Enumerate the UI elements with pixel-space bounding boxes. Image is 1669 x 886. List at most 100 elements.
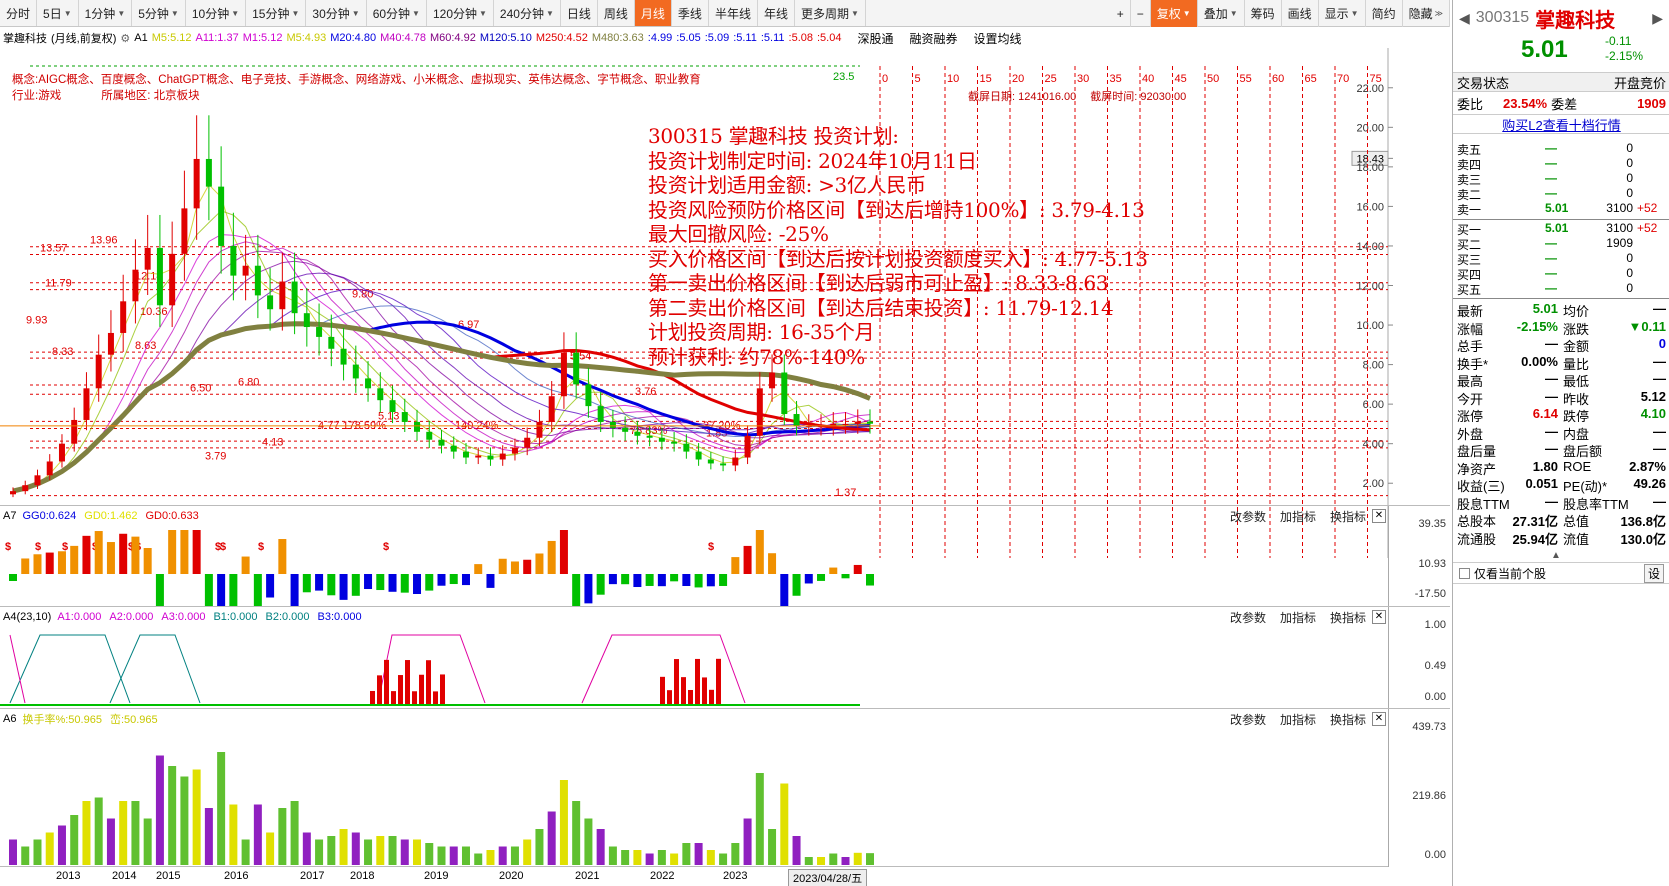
tool-button-5[interactable]: 画线 xyxy=(1282,0,1319,27)
osc-bar xyxy=(266,574,275,598)
next-stock-icon[interactable]: ▶ xyxy=(1652,10,1663,27)
tool-label: 叠加 xyxy=(1203,7,1228,21)
candle-body xyxy=(438,439,445,446)
turnover-bar xyxy=(694,843,703,865)
turnover-bar xyxy=(670,853,679,865)
close-icon[interactable]: ✕ xyxy=(1372,509,1386,523)
panel-button-1[interactable]: 加指标 xyxy=(1280,508,1316,525)
period-tab-15[interactable]: 年线 xyxy=(758,0,795,26)
panel-value: A3:0.000 xyxy=(161,611,206,623)
candle-body xyxy=(634,431,641,436)
osc-bar xyxy=(315,574,324,591)
period-tab-11[interactable]: 周线 xyxy=(598,0,635,26)
tool-button-7[interactable]: 简约 xyxy=(1366,0,1403,27)
panel-value: B1:0.000 xyxy=(213,611,258,623)
tool-button-3[interactable]: 叠加 ▼ xyxy=(1198,0,1245,27)
period-tab-9[interactable]: 240分钟 ▼ xyxy=(494,0,561,26)
tool-button-4[interactable]: 筹码 xyxy=(1245,0,1282,27)
level-label: 10.36 xyxy=(140,306,168,318)
quote-row: 外盘 — 内盘 — xyxy=(1453,424,1669,442)
signal-bar xyxy=(695,658,700,705)
period-tab-7[interactable]: 60分钟 ▼ xyxy=(367,0,427,26)
period-tab-13[interactable]: 季线 xyxy=(672,0,709,26)
collapse-icon[interactable]: ▲ xyxy=(1551,550,1561,561)
candle-body xyxy=(303,313,310,328)
period-tab-12[interactable]: 月线 xyxy=(634,0,672,26)
info-link-0[interactable]: 深股通 xyxy=(857,30,893,47)
ma-value: M480:3.63 xyxy=(591,32,644,44)
year-label: 2017 xyxy=(300,870,325,882)
quote-label: 涨跌 xyxy=(1563,321,1590,337)
period-tab-8[interactable]: 120分钟 ▼ xyxy=(427,0,494,26)
price-tick: 18.00 xyxy=(1356,162,1384,174)
level-label: 4.13 xyxy=(262,437,283,449)
turnover-bar xyxy=(608,846,617,865)
region-label: 所属地区: 北京板块 xyxy=(101,90,200,102)
osc-bar xyxy=(792,574,801,596)
osc-bar xyxy=(425,574,434,591)
quote-value: — xyxy=(1545,441,1558,456)
indicator-panel-0[interactable]: A7 GG0:0.624 GD0:1.462 GD0:0.633 改参数 加指标 换指标 ✕ 3… xyxy=(0,505,1450,606)
panel-button-2[interactable]: 换指标 xyxy=(1330,609,1366,626)
panel-button-0[interactable]: 改参数 xyxy=(1230,609,1266,626)
period-tab-10[interactable]: 日线 xyxy=(561,0,598,26)
period-tab-3[interactable]: 5分钟 ▼ xyxy=(132,0,186,26)
close-icon[interactable]: ✕ xyxy=(1372,712,1386,726)
candle-body xyxy=(695,451,702,460)
indicator-panel-1[interactable]: A4(23,10) A1:0.000 A2:0.000 A3:0.000 B1:0.00… xyxy=(0,606,1450,709)
tool-button-0[interactable]: + xyxy=(1111,0,1131,27)
panel-button-0[interactable]: 改参数 xyxy=(1230,508,1266,525)
period-tab-14[interactable]: 半年线 xyxy=(709,0,758,26)
status-value: 开盘竞价 xyxy=(1613,75,1666,91)
tool-button-1[interactable]: − xyxy=(1131,0,1151,27)
quote-row: 收益(三) 0.051 PE(动)* 49.26 xyxy=(1453,476,1669,494)
info-link-2[interactable]: 设置均线 xyxy=(973,30,1021,47)
panel-value: B2:0.000 xyxy=(265,611,310,623)
period-tab-5[interactable]: 15分钟 ▼ xyxy=(246,0,307,26)
tool-button-8[interactable]: 隐藏 ≫ xyxy=(1403,0,1450,27)
turnover-bar xyxy=(180,776,189,865)
period-tab-4[interactable]: 10分钟 ▼ xyxy=(186,0,247,26)
candle-body xyxy=(475,455,482,458)
year-label: 2022 xyxy=(650,870,675,882)
orderbook-volume: 0 xyxy=(1626,186,1633,200)
plan-line: 最大回撤风险: -25% xyxy=(648,222,829,246)
tool-button-2[interactable]: 复权 ▼ xyxy=(1150,0,1198,27)
settings-button[interactable]: 设 xyxy=(1643,563,1664,583)
period-tab-2[interactable]: 1分钟 ▼ xyxy=(79,0,133,26)
period-label: 5日 xyxy=(43,6,62,21)
candle-body xyxy=(34,475,41,486)
candle-body xyxy=(487,455,494,460)
period-tab-6[interactable]: 30分钟 ▼ xyxy=(306,0,367,26)
quote-label: 股息TTM xyxy=(1457,496,1510,512)
info-link-1[interactable]: 融资融券 xyxy=(909,30,957,47)
period-tab-1[interactable]: 5日 ▼ xyxy=(37,0,79,26)
period-tab-16[interactable]: 更多周期 ▼ xyxy=(795,0,866,26)
orderbook-row: 卖二 —0 xyxy=(1453,186,1669,202)
orderbook-price: — xyxy=(1545,171,1557,185)
osc-bar xyxy=(21,558,30,574)
panel-button-2[interactable]: 换指标 xyxy=(1330,711,1366,728)
turnover-bar xyxy=(302,832,311,865)
panel-button-0[interactable]: 改参数 xyxy=(1230,711,1266,728)
indicator-panel-2[interactable]: A6 换手率%:50.965 峦:50.965 改参数 加指标 换指标 ✕ 439.73 219… xyxy=(0,708,1450,867)
candle-body xyxy=(156,247,163,306)
candle-body xyxy=(169,253,176,306)
gear-icon[interactable]: ⚙ xyxy=(120,32,130,45)
osc-bar xyxy=(645,574,654,586)
level-label: 9.93 xyxy=(26,314,47,326)
year-label: 2015 xyxy=(156,870,181,882)
panel-button-1[interactable]: 加指标 xyxy=(1280,711,1316,728)
period-label: 年线 xyxy=(763,6,788,21)
checkbox[interactable] xyxy=(1459,567,1470,579)
ruler-label: 55 xyxy=(1240,73,1252,85)
period-tab-0[interactable]: 分时 xyxy=(0,0,38,26)
prev-stock-icon[interactable]: ◀ xyxy=(1459,10,1470,27)
tool-button-6[interactable]: 显示 ▼ xyxy=(1319,0,1366,27)
panel-button-1[interactable]: 加指标 xyxy=(1280,609,1316,626)
l2-link[interactable]: 购买L2查看十档行情 xyxy=(1502,115,1620,134)
osc-bar xyxy=(768,553,777,574)
panel-button-2[interactable]: 换指标 xyxy=(1330,508,1366,525)
candle-body xyxy=(462,451,469,458)
close-icon[interactable]: ✕ xyxy=(1372,610,1386,624)
